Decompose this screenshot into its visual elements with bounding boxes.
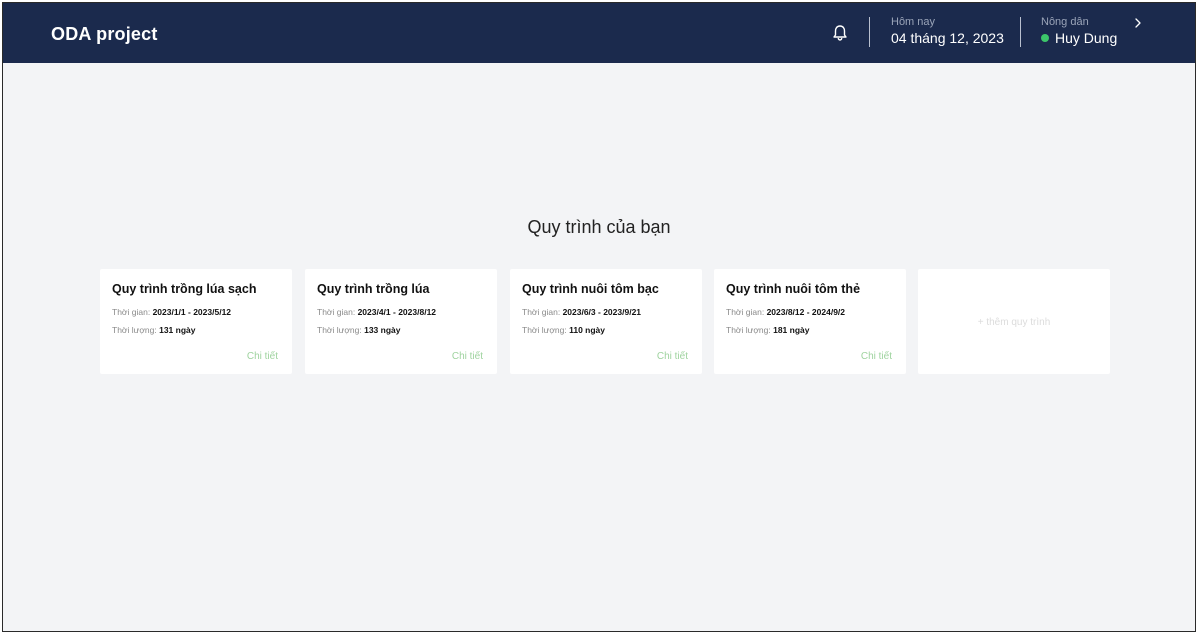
duration-label: Thời lượng: xyxy=(112,325,157,335)
user-menu[interactable]: Nông dân Huy Dung xyxy=(1041,16,1117,46)
time-label: Thời gian: xyxy=(522,307,561,317)
duration-value: 181 ngày xyxy=(773,325,810,335)
header-divider xyxy=(869,17,870,47)
time-value: 2023/8/12 - 2024/9/2 xyxy=(766,307,846,317)
process-card[interactable]: Quy trình nuôi tôm bạc Thời gian: 2023/6… xyxy=(510,269,702,374)
duration-value: 133 ngày xyxy=(364,325,401,335)
duration-label: Thời lượng: xyxy=(522,325,567,335)
card-title: Quy trình trồng lúa xyxy=(317,282,430,296)
duration-label: Thời lượng: xyxy=(317,325,362,335)
today-date: 04 tháng 12, 2023 xyxy=(891,30,1004,46)
user-role-label: Nông dân xyxy=(1041,16,1089,28)
detail-link[interactable]: Chi tiết xyxy=(452,351,483,362)
time-label: Thời gian: xyxy=(317,307,356,317)
section-title: Quy trình của bạn xyxy=(527,217,671,237)
time-label: Thời gian: xyxy=(112,307,151,317)
card-duration: Thời lượng: 110 ngày xyxy=(522,325,605,335)
today-block: Hôm nay 04 tháng 12, 2023 xyxy=(891,16,1004,46)
chevron-right-icon[interactable] xyxy=(1133,17,1143,29)
process-card[interactable]: Quy trình trồng lúa Thời gian: 2023/4/1 … xyxy=(305,269,497,374)
app-window: ODA project Hôm nay 04 tháng 12, 2023 Nô… xyxy=(2,2,1196,632)
duration-value: 110 ngày xyxy=(569,325,606,335)
time-label: Thời gian: xyxy=(726,307,765,317)
card-title: Quy trình trồng lúa sạch xyxy=(112,282,257,296)
time-value: 2023/6/3 - 2023/9/21 xyxy=(562,307,642,317)
duration-label: Thời lượng: xyxy=(726,325,771,335)
process-card[interactable]: Quy trình trồng lúa sạch Thời gian: 2023… xyxy=(100,269,292,374)
card-duration: Thời lượng: 133 ngày xyxy=(317,325,400,335)
process-card[interactable]: Quy trình nuôi tôm thẻ Thời gian: 2023/8… xyxy=(714,269,906,374)
time-value: 2023/1/1 - 2023/5/12 xyxy=(152,307,232,317)
detail-link[interactable]: Chi tiết xyxy=(657,351,688,362)
card-title: Quy trình nuôi tôm thẻ xyxy=(726,282,861,296)
detail-link[interactable]: Chi tiết xyxy=(861,351,892,362)
card-duration: Thời lượng: 181 ngày xyxy=(726,325,809,335)
online-status-dot xyxy=(1041,34,1049,42)
today-label: Hôm nay xyxy=(891,16,936,28)
top-header: ODA project Hôm nay 04 tháng 12, 2023 Nô… xyxy=(3,3,1195,63)
card-time: Thời gian: 2023/8/12 - 2024/9/2 xyxy=(726,307,845,317)
user-name: Huy Dung xyxy=(1055,30,1118,46)
card-time: Thời gian: 2023/1/1 - 2023/5/12 xyxy=(112,307,231,317)
card-time: Thời gian: 2023/4/1 - 2023/8/12 xyxy=(317,307,436,317)
card-time: Thời gian: 2023/6/3 - 2023/9/21 xyxy=(522,307,641,317)
header-divider xyxy=(1020,17,1021,47)
time-value: 2023/4/1 - 2023/8/12 xyxy=(357,307,437,317)
brand-title[interactable]: ODA project xyxy=(51,24,158,45)
card-title: Quy trình nuôi tôm bạc xyxy=(522,282,659,296)
card-duration: Thời lượng: 131 ngày xyxy=(112,325,195,335)
add-process-label: + thêm quy trình xyxy=(977,317,1051,328)
add-process-button[interactable]: + thêm quy trình xyxy=(918,269,1110,374)
bell-icon[interactable] xyxy=(831,24,849,42)
duration-value: 131 ngày xyxy=(159,325,196,335)
detail-link[interactable]: Chi tiết xyxy=(247,351,278,362)
user-row: Huy Dung xyxy=(1041,30,1117,46)
